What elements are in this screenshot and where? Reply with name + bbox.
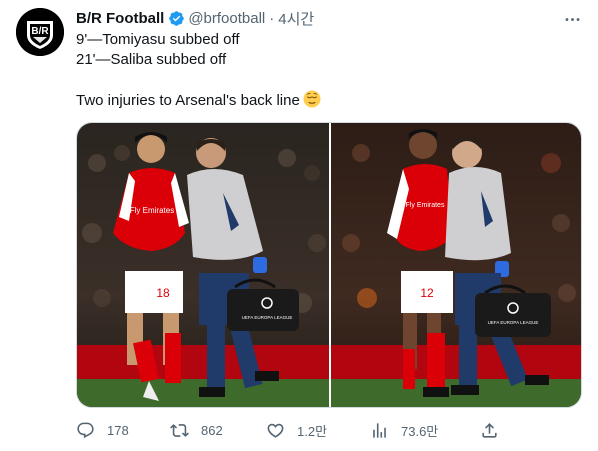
- br-logo-icon: B/R: [16, 8, 64, 56]
- reply-icon: [77, 422, 94, 438]
- retweet-icon: [170, 423, 189, 437]
- tweet[interactable]: B/R B/R Football @brfootball · 4시간 9'—To…: [0, 0, 598, 451]
- author-handle[interactable]: @brfootball: [188, 10, 265, 27]
- left-sponsor-text: Fly Emirates: [130, 206, 174, 215]
- tweet-text-line-3: Two injuries to Arsenal's back line: [76, 90, 321, 111]
- left-bag-text: UEFA EUROPA LEAGUE: [242, 315, 293, 320]
- like-icon: [267, 423, 284, 438]
- separator-dot: ·: [269, 9, 275, 27]
- tweet-text-line-1: 9'—Tomiyasu subbed off: [76, 31, 240, 48]
- more-icon[interactable]: [560, 7, 584, 31]
- tweet-actions: 178 862 1.2만 73.6만: [76, 418, 506, 442]
- like-count: 1.2만: [297, 423, 328, 439]
- left-shirt-number: 18: [156, 286, 170, 300]
- avatar-text: B/R: [31, 26, 49, 37]
- right-bag-text: UEFA EUROPA LEAGUE: [488, 320, 539, 325]
- like-button[interactable]: 1.2만: [266, 418, 327, 442]
- views-button[interactable]: 73.6만: [370, 418, 438, 442]
- share-icon: [482, 422, 497, 438]
- tweet-media[interactable]: Fly Emirates 18 UEFA EUROPA LEAGUE Fly E…: [76, 122, 582, 408]
- views-count: 73.6만: [401, 423, 439, 439]
- author-name[interactable]: B/R Football: [76, 10, 164, 27]
- photo-saliba[interactable]: Fly Emirates 12 UEFA EUROPA LEAGUE: [331, 123, 581, 407]
- timestamp[interactable]: 4시간: [278, 8, 314, 29]
- share-button[interactable]: [480, 418, 511, 442]
- photo-tomiyasu[interactable]: Fly Emirates 18 UEFA EUROPA LEAGUE: [77, 123, 329, 407]
- tweet-header: B/R Football @brfootball · 4시간: [76, 8, 314, 29]
- retweet-count: 862: [201, 422, 223, 438]
- retweet-button[interactable]: 862: [170, 418, 223, 442]
- views-icon: [373, 422, 386, 438]
- tweet-text-line-2: 21'—Saliba subbed off: [76, 51, 227, 68]
- relieved-face-icon: [303, 90, 321, 108]
- right-shirt-number: 12: [420, 286, 434, 300]
- reply-count: 178: [107, 422, 129, 438]
- right-sponsor-text: Fly Emirates: [406, 202, 445, 209]
- avatar[interactable]: B/R: [16, 8, 64, 56]
- verified-badge-icon: [168, 10, 185, 27]
- reply-button[interactable]: 178: [76, 418, 129, 442]
- tweet-text-line-3-content: Two injuries to Arsenal's back line: [76, 92, 300, 109]
